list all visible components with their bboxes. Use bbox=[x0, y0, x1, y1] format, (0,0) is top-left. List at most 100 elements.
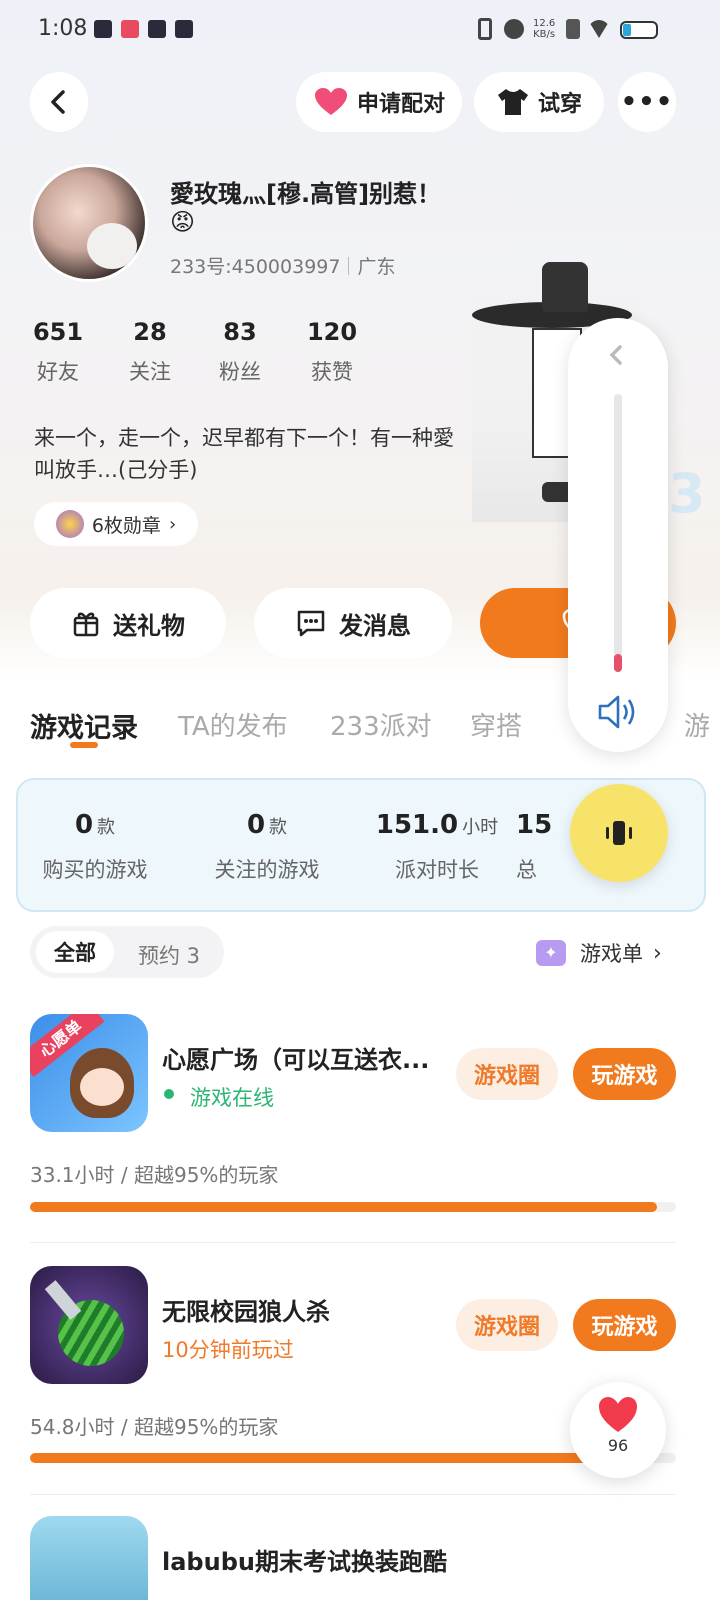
stat-friends[interactable]: 651 好友 bbox=[18, 318, 98, 386]
summary-label: 购买的游戏 bbox=[42, 858, 148, 882]
tab-games[interactable]: 游 bbox=[684, 706, 710, 743]
game-circle-button[interactable]: 游戏圈 bbox=[456, 1299, 558, 1351]
tab-posts[interactable]: TA的发布 bbox=[178, 706, 288, 743]
summary-label: 派对时长 bbox=[395, 858, 479, 882]
game-status: 游戏在线 bbox=[190, 1086, 274, 1110]
heart-icon bbox=[599, 1397, 637, 1432]
summary-value: 151.0 bbox=[375, 810, 459, 840]
try-on-button[interactable]: 试穿 bbox=[474, 72, 604, 132]
game-icon-werewolf[interactable] bbox=[30, 1266, 148, 1384]
profile-location: 广东 bbox=[357, 256, 396, 278]
tab-outfits[interactable]: 穿搭 bbox=[470, 706, 522, 743]
stat-followers[interactable]: 83 粉丝 bbox=[200, 318, 280, 386]
game-title[interactable]: 心愿广场（可以互送衣... bbox=[162, 1040, 442, 1075]
summary-party-time[interactable]: 151.0 小时 派对时长 bbox=[352, 810, 522, 884]
active-tab-indicator bbox=[70, 742, 98, 748]
game-playtime: 54.8小时 / 超越95%的玩家 bbox=[30, 1415, 279, 1439]
game-playtime: 33.1小时 / 超越95%的玩家 bbox=[30, 1163, 279, 1187]
decorative-number: 3 bbox=[668, 462, 706, 525]
stat-value: 120 bbox=[306, 318, 358, 346]
vibrate-mode-button[interactable] bbox=[570, 784, 668, 882]
stat-label: 关注 bbox=[129, 360, 171, 384]
game-list-label: 游戏单 bbox=[580, 942, 643, 966]
summary-unit: 小时 bbox=[462, 817, 499, 838]
filter-all[interactable]: 全部 bbox=[36, 931, 114, 973]
avatar[interactable] bbox=[30, 164, 148, 282]
badges-label: 6枚勋章 bbox=[91, 514, 161, 537]
filter-reserve[interactable]: 预约 3 bbox=[138, 940, 200, 970]
game-title[interactable]: labubu期末考试换装跑酷 bbox=[162, 1542, 447, 1577]
heart-icon bbox=[314, 88, 347, 115]
summary-purchased[interactable]: 0款 购买的游戏 bbox=[10, 810, 180, 884]
message-icon bbox=[297, 610, 325, 637]
vibrate-icon bbox=[606, 821, 632, 845]
match-request-button[interactable]: 申请配对 bbox=[296, 72, 462, 132]
playtime-progress-fill bbox=[30, 1453, 631, 1463]
stat-value: 83 bbox=[223, 318, 257, 346]
sim-icon bbox=[566, 19, 580, 39]
playtime-progress-track bbox=[30, 1202, 676, 1212]
back-arrow-icon bbox=[51, 90, 65, 114]
play-game-button[interactable]: 玩游戏 bbox=[573, 1048, 676, 1100]
divider bbox=[30, 1494, 676, 1495]
more-options-button[interactable]: ••• bbox=[618, 72, 676, 132]
angry-emoji-icon: 😡 bbox=[170, 208, 196, 236]
collapse-chevron-icon[interactable] bbox=[606, 344, 626, 366]
game-circle-button[interactable]: 游戏圈 bbox=[456, 1048, 558, 1100]
avatar-hat-top bbox=[542, 262, 588, 312]
stat-likes[interactable]: 120 获赞 bbox=[292, 318, 372, 386]
profile-name: 愛玫瑰灬[穆.高管]别惹！ bbox=[170, 180, 442, 208]
volume-level bbox=[614, 654, 622, 672]
stat-label: 好友 bbox=[37, 360, 79, 384]
summary-unit: 款 bbox=[97, 817, 116, 838]
network-speed-value: 12.6 bbox=[533, 18, 556, 29]
message-notification-icon bbox=[148, 20, 166, 38]
game-title[interactable]: 无限校园狼人杀 bbox=[162, 1292, 330, 1327]
tab-party[interactable]: 233派对 bbox=[330, 706, 432, 743]
play-game-button[interactable]: 玩游戏 bbox=[573, 1299, 676, 1351]
summary-value: 0 bbox=[74, 810, 94, 840]
game-character-face bbox=[80, 1068, 124, 1106]
send-gift-button[interactable]: 送礼物 bbox=[30, 588, 226, 658]
like-float-button[interactable]: 96 bbox=[570, 1382, 666, 1478]
network-speed: 12.6 KB/s bbox=[533, 18, 555, 40]
stat-label: 粉丝 bbox=[219, 360, 261, 384]
vibrate-icon bbox=[478, 18, 492, 40]
profile-id: 233号:450003997 bbox=[170, 256, 341, 278]
online-dot-icon bbox=[164, 1089, 174, 1099]
stat-value: 651 bbox=[32, 318, 84, 346]
status-bar: 1:08 12.6 KB/s bbox=[0, 0, 720, 62]
divider bbox=[348, 256, 350, 275]
like-count: 96 bbox=[607, 1436, 629, 1455]
summary-followed[interactable]: 0款 关注的游戏 bbox=[182, 810, 352, 884]
chevron-right-icon: › bbox=[653, 940, 662, 966]
send-message-label: 发消息 bbox=[339, 611, 411, 640]
match-request-label: 申请配对 bbox=[356, 92, 445, 117]
chevron-right-icon: › bbox=[168, 513, 177, 535]
stat-label: 获赞 bbox=[311, 360, 353, 384]
summary-unit: 款 bbox=[269, 817, 288, 838]
badge-icon bbox=[55, 510, 84, 538]
profile-bio: 来一个，走一个，迟早都有下一个！有一种愛叫放手…(己分手) bbox=[34, 426, 454, 482]
send-message-button[interactable]: 发消息 bbox=[254, 588, 452, 658]
game-icon-wish-square[interactable]: 心愿单 bbox=[30, 1014, 148, 1132]
tiktok-icon bbox=[175, 20, 193, 38]
summary-label: 关注的游戏 bbox=[214, 858, 320, 882]
game-list-link[interactable]: ✦ 游戏单 › bbox=[536, 938, 662, 968]
volume-slider[interactable] bbox=[614, 394, 622, 672]
tab-game-records[interactable]: 游戏记录 bbox=[30, 706, 138, 745]
try-on-label: 试穿 bbox=[537, 92, 582, 117]
tshirt-icon bbox=[497, 89, 528, 115]
gift-icon bbox=[73, 612, 99, 637]
speaker-icon[interactable] bbox=[596, 692, 640, 732]
battery-level bbox=[623, 24, 631, 36]
wifi-icon bbox=[588, 20, 610, 38]
sparkle-icon: ✦ bbox=[536, 940, 566, 966]
status-time: 1:08 bbox=[38, 16, 88, 41]
summary-value: 15 bbox=[516, 810, 553, 840]
game-icon-labubu[interactable] bbox=[30, 1516, 148, 1600]
stat-following[interactable]: 28 关注 bbox=[110, 318, 190, 386]
back-button[interactable] bbox=[30, 72, 88, 132]
badges-button[interactable]: 6枚勋章 › bbox=[34, 502, 198, 546]
divider bbox=[30, 1242, 676, 1243]
